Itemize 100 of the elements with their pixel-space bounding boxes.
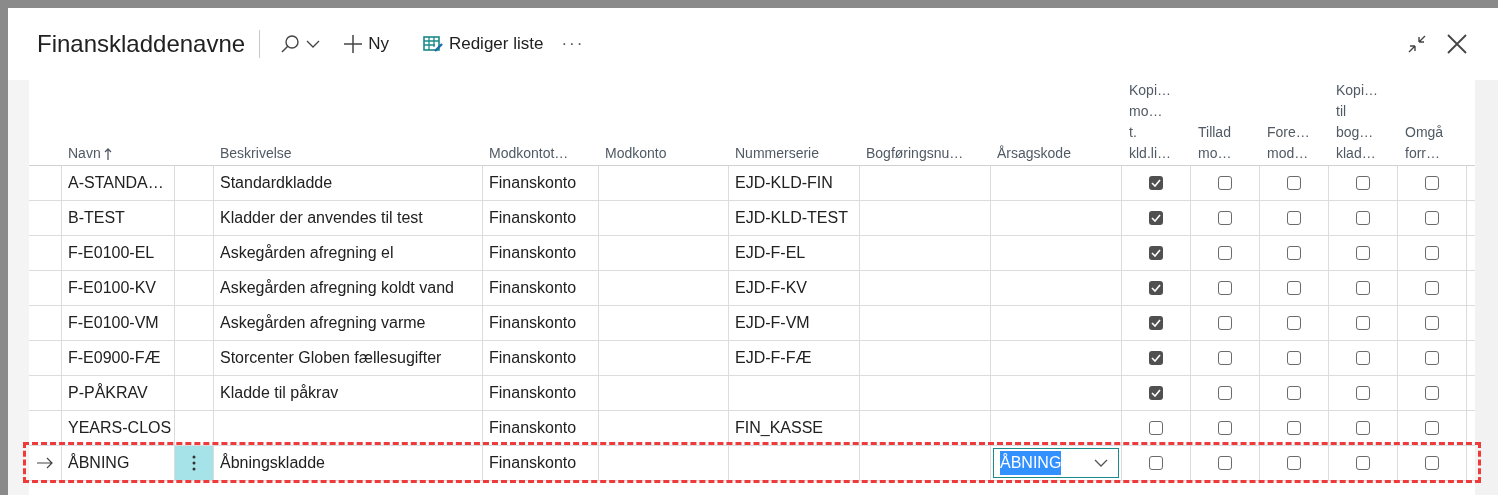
table-cell: Finanskonto xyxy=(483,341,599,375)
vertical-dots-icon xyxy=(192,455,196,471)
column-header[interactable]: Navn xyxy=(68,143,101,164)
checkbox[interactable] xyxy=(1425,211,1439,225)
column-header[interactable]: Modkonto xyxy=(605,143,667,164)
checkbox[interactable] xyxy=(1356,421,1370,435)
column-header[interactable]: Nummerserie xyxy=(735,143,819,164)
checkbox[interactable] xyxy=(1287,316,1301,330)
more-button[interactable]: ··· xyxy=(555,28,591,60)
checkbox[interactable] xyxy=(1149,456,1163,470)
checkbox[interactable] xyxy=(1287,246,1301,260)
checkbox[interactable] xyxy=(1149,281,1163,295)
chevron-down-icon xyxy=(306,39,321,49)
table-cell: Askegården afregning el xyxy=(214,236,483,270)
checkbox[interactable] xyxy=(1287,386,1301,400)
table-cell[interactable]: B-TEST xyxy=(62,201,175,235)
checkbox[interactable] xyxy=(1287,211,1301,225)
checkbox[interactable] xyxy=(1149,176,1163,190)
table-cell: EJD-KLD-FIN xyxy=(729,166,860,200)
table-cell: EJD-F-KV xyxy=(729,271,860,305)
checkbox[interactable] xyxy=(1425,351,1439,365)
table-cell: Askegården afregning koldt vand xyxy=(214,271,483,305)
column-header[interactable]: Årsagskode xyxy=(997,143,1071,164)
table-cell: Standardkladde xyxy=(214,166,483,200)
column-header[interactable]: Beskrivelse xyxy=(220,143,292,164)
table-cell: Finanskonto xyxy=(483,306,599,340)
checkbox[interactable] xyxy=(1425,246,1439,260)
table-cell: Storcenter Globen fællesugifter xyxy=(214,341,483,375)
table-cell: Kladder der anvendes til test xyxy=(214,201,483,235)
checkbox[interactable] xyxy=(1149,351,1163,365)
checkbox[interactable] xyxy=(1149,246,1163,260)
checkbox[interactable] xyxy=(1356,351,1370,365)
column-header[interactable]: Fore… mod… xyxy=(1267,122,1310,164)
table-cell[interactable]: F-E0100-EL xyxy=(62,236,175,270)
window-title: Finanskladdenavne xyxy=(37,29,246,59)
checkbox[interactable] xyxy=(1356,176,1370,190)
checkbox[interactable] xyxy=(1356,316,1370,330)
table-cell: Finanskonto xyxy=(483,201,599,235)
checkbox[interactable] xyxy=(1149,316,1163,330)
table-cell: Finanskonto xyxy=(483,376,599,410)
table-cell: Askegården afregning varme xyxy=(214,306,483,340)
checkbox[interactable] xyxy=(1218,246,1232,260)
new-button[interactable]: Ny xyxy=(338,28,395,60)
search-icon xyxy=(280,34,301,54)
checkbox[interactable] xyxy=(1287,281,1301,295)
plus-icon xyxy=(344,35,363,53)
table-cell: Åbningskladde xyxy=(214,446,483,480)
checkbox[interactable] xyxy=(1287,351,1301,365)
checkbox[interactable] xyxy=(1425,316,1439,330)
table-cell: Finanskonto xyxy=(483,411,599,445)
table-cell[interactable]: F-E0100-VM xyxy=(62,306,175,340)
column-header[interactable]: Modkontot… xyxy=(489,143,569,164)
table-cell[interactable]: P-PÅKRAV xyxy=(62,376,175,410)
checkbox[interactable] xyxy=(1149,211,1163,225)
checkbox[interactable] xyxy=(1356,246,1370,260)
checkbox[interactable] xyxy=(1425,456,1439,470)
table-cell: FIN_KASSE xyxy=(729,411,860,445)
table-cell[interactable]: A-STANDA… xyxy=(62,166,175,200)
chevron-down-icon xyxy=(1094,458,1108,468)
checkbox[interactable] xyxy=(1218,456,1232,470)
checkbox[interactable] xyxy=(1218,351,1232,365)
table-cell: Kladde til påkrav xyxy=(214,376,483,410)
table-cell[interactable]: F-E0100-KV xyxy=(62,271,175,305)
checkbox[interactable] xyxy=(1218,211,1232,225)
column-header[interactable]: Tillad mo… xyxy=(1198,122,1232,164)
checkbox[interactable] xyxy=(1218,281,1232,295)
checkbox[interactable] xyxy=(1218,421,1232,435)
column-header[interactable]: Kopi… mo… t. kld.li… xyxy=(1129,80,1172,164)
table-cell: Finanskonto xyxy=(483,166,599,200)
column-header[interactable]: Kopi… til bog… klad… xyxy=(1336,80,1379,164)
checkbox[interactable] xyxy=(1425,176,1439,190)
table-cell: EJD-F-EL xyxy=(729,236,860,270)
edit-list-button[interactable]: Rediger liste xyxy=(416,28,550,60)
table-cell[interactable]: YEARS-CLOS xyxy=(62,411,175,445)
table-cell: Finanskonto xyxy=(483,236,599,270)
checkbox[interactable] xyxy=(1149,386,1163,400)
checkbox[interactable] xyxy=(1425,386,1439,400)
table-cell: EJD-F-VM xyxy=(729,306,860,340)
checkbox[interactable] xyxy=(1356,456,1370,470)
table-cell: EJD-F-FÆ xyxy=(729,341,860,375)
table-edit-icon xyxy=(422,35,443,53)
table-cell: Finanskonto xyxy=(483,271,599,305)
collapse-icon[interactable] xyxy=(1406,33,1428,55)
checkbox[interactable] xyxy=(1287,456,1301,470)
table-cell: EJD-KLD-TEST xyxy=(729,201,860,235)
checkbox[interactable] xyxy=(1218,316,1232,330)
column-header[interactable]: Bogføringsnu… xyxy=(866,143,964,164)
checkbox[interactable] xyxy=(1287,421,1301,435)
close-icon[interactable] xyxy=(1446,33,1468,55)
column-header[interactable]: Omgå forr… xyxy=(1405,122,1444,164)
table-cell[interactable]: F-E0900-FÆ xyxy=(62,341,175,375)
checkbox[interactable] xyxy=(1356,281,1370,295)
checkbox[interactable] xyxy=(1218,176,1232,190)
checkbox[interactable] xyxy=(1356,386,1370,400)
checkbox[interactable] xyxy=(1218,386,1232,400)
checkbox[interactable] xyxy=(1356,211,1370,225)
checkbox[interactable] xyxy=(1425,421,1439,435)
checkbox[interactable] xyxy=(1287,176,1301,190)
checkbox[interactable] xyxy=(1425,281,1439,295)
checkbox[interactable] xyxy=(1149,421,1163,435)
